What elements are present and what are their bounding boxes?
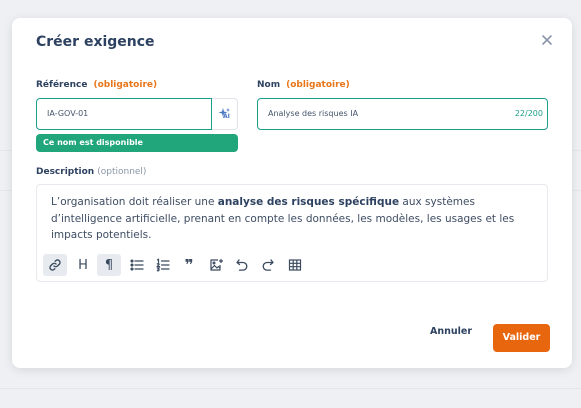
link-icon[interactable] bbox=[43, 254, 67, 276]
description-label: Description (optionnel) bbox=[36, 167, 146, 177]
availability-badge: Ce nom est disponible bbox=[36, 134, 238, 152]
paragraph-icon[interactable]: ¶ bbox=[97, 254, 121, 276]
optional-marker: (optionnel) bbox=[97, 167, 147, 177]
dialog-title: Créer exigence bbox=[36, 34, 155, 50]
name-input-value: Analyse des risques IA bbox=[268, 109, 359, 118]
name-label: Nom (obligatoire) bbox=[257, 80, 350, 90]
required-marker: (obligatoire) bbox=[286, 80, 350, 90]
quote-icon[interactable]: ❞ bbox=[177, 254, 201, 276]
paragraph-glyph: ¶ bbox=[104, 257, 114, 273]
heading-icon[interactable]: H bbox=[71, 254, 95, 276]
description-text[interactable]: L’organisation doit réaliser une analyse… bbox=[51, 194, 537, 244]
reference-label-text: Référence bbox=[36, 80, 88, 90]
image-icon[interactable] bbox=[204, 254, 228, 276]
heading-glyph: H bbox=[78, 257, 88, 273]
quote-glyph: ❞ bbox=[184, 256, 194, 274]
ai-generate-button[interactable]: AI bbox=[212, 98, 238, 130]
backdrop-divider bbox=[0, 388, 581, 389]
description-label-text: Description bbox=[36, 167, 95, 177]
name-label-text: Nom bbox=[257, 80, 281, 90]
description-text-part: L’organisation doit réaliser une bbox=[51, 196, 218, 208]
required-marker: (obligatoire) bbox=[93, 80, 158, 90]
description-editor[interactable]: L’organisation doit réaliser une analyse… bbox=[36, 184, 548, 282]
reference-label: Référence (obligatoire) bbox=[36, 80, 157, 90]
name-input[interactable]: Analyse des risques IA 22/200 bbox=[257, 98, 548, 130]
character-counter: 22/200 bbox=[514, 109, 543, 118]
undo-icon[interactable] bbox=[230, 254, 254, 276]
close-icon[interactable] bbox=[540, 32, 554, 46]
bullet-list-icon[interactable] bbox=[125, 254, 149, 276]
cancel-button[interactable]: Annuler bbox=[430, 326, 472, 337]
redo-icon[interactable] bbox=[256, 254, 280, 276]
table-icon[interactable] bbox=[283, 254, 307, 276]
ordered-list-icon[interactable] bbox=[151, 254, 175, 276]
description-bold-text: analyse des risques spécifique bbox=[217, 196, 400, 208]
create-requirement-dialog: Créer exigence Référence (obligatoire) IA… bbox=[12, 18, 572, 368]
reference-input[interactable]: IA-GOV-01 bbox=[36, 98, 212, 130]
ai-badge: AI bbox=[223, 113, 230, 120]
submit-button[interactable]: Valider bbox=[493, 324, 550, 352]
